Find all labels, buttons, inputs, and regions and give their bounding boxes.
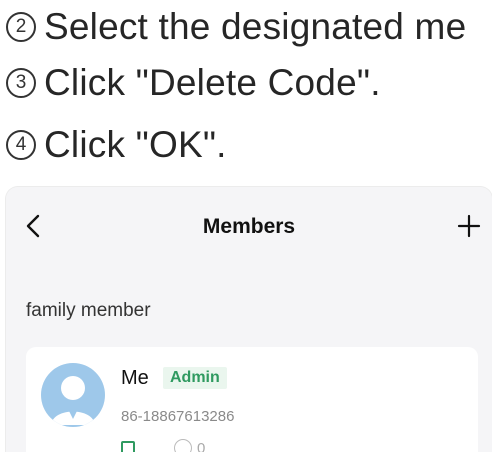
- step-number-badge: 2: [6, 12, 36, 42]
- checkbox-icon[interactable]: [121, 441, 135, 452]
- admin-badge: Admin: [163, 367, 227, 389]
- comment-count: 0: [197, 439, 206, 452]
- step-2: 2 Select the designated me: [6, 6, 466, 48]
- member-phone: 86-18867613286: [121, 408, 235, 425]
- member-name: Me: [121, 367, 149, 389]
- comment-icon: [174, 439, 192, 452]
- step-text: Click "Delete Code".: [44, 62, 381, 103]
- step-4: 4 Click "OK".: [6, 124, 227, 166]
- section-label: family member: [26, 300, 151, 321]
- step-text: Click "OK".: [44, 124, 227, 165]
- nav-header: Members: [6, 187, 492, 265]
- avatar-icon: [41, 363, 105, 427]
- member-card[interactable]: Me Admin 86-18867613286 0: [26, 347, 478, 452]
- app-screenshot: Members family member Me Admin 86-188676…: [6, 187, 492, 452]
- plus-icon[interactable]: [456, 213, 482, 239]
- step-text: Select the designated me: [44, 6, 467, 47]
- comment-counter: 0: [174, 439, 205, 452]
- step-number-badge: 4: [6, 130, 36, 160]
- page-title: Members: [202, 215, 296, 238]
- step-3: 3 Click "Delete Code".: [6, 62, 381, 104]
- step-number-badge: 3: [6, 68, 36, 98]
